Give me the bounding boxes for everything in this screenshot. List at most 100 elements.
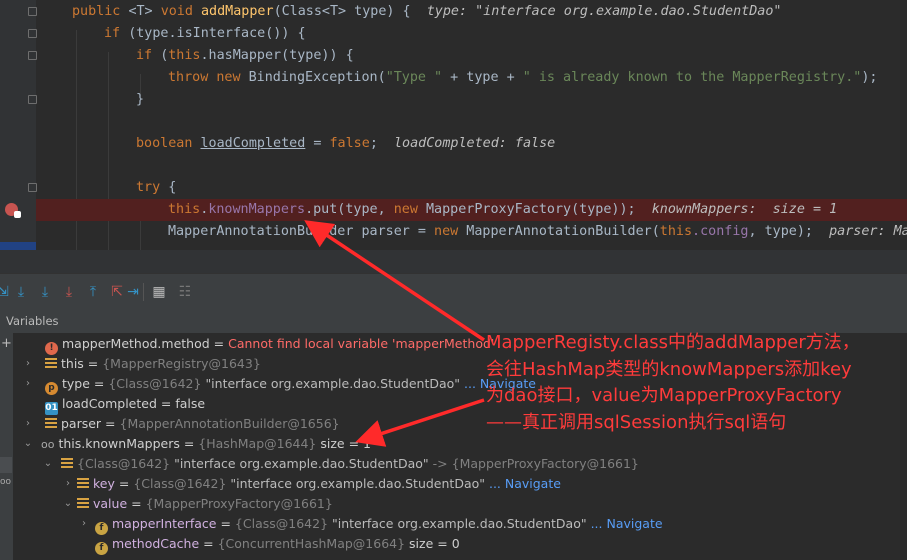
code-line-annotation-builder[interactable]: MapperAnnotationBuilder parser = new Map… <box>168 221 907 243</box>
method-name: addMapper <box>201 4 274 19</box>
collapse-arrow-icon[interactable]: ⌄ <box>23 434 33 454</box>
object-reference: {Class@1642} <box>77 456 175 471</box>
variable-name: this.knownMappers <box>58 436 180 451</box>
string-value: "interface org.example.dao.StudentDao" <box>332 516 587 531</box>
expand-arrow-icon[interactable]: › <box>23 374 33 394</box>
code-text: BindingException( <box>248 70 386 85</box>
fold-marker-icon[interactable] <box>28 7 37 16</box>
fold-marker-icon[interactable] <box>28 95 37 104</box>
code-text: (type.isInterface()) { <box>128 26 306 41</box>
annotation-line: ——真正调用sqlSession执行sql语句 <box>486 411 787 433</box>
step-into-icon[interactable]: ⤓ <box>36 283 54 301</box>
tree-row-methodcache[interactable]: f methodCache = {ConcurrentHashMap@1664} … <box>95 534 460 555</box>
code-line-try[interactable]: try { <box>136 177 176 199</box>
collapse-arrow-icon[interactable]: ⌄ <box>63 494 73 514</box>
object-reference: {Class@1642} <box>133 476 231 491</box>
object-reference: {Class@1642} <box>108 376 206 391</box>
keyword-false: false <box>329 136 370 151</box>
equals-sign: = <box>216 516 235 531</box>
tree-row-key[interactable]: key = {Class@1642} "interface org.exampl… <box>77 474 561 494</box>
equals-sign: = <box>179 436 199 451</box>
add-watch-icon[interactable]: + <box>1 336 12 351</box>
fold-marker-icon[interactable] <box>28 183 37 192</box>
object-fields-icon <box>77 498 89 509</box>
inline-value-hint: parser: Mapp <box>829 224 907 239</box>
equals-sign: = <box>89 376 109 391</box>
code-line-brace[interactable]: } <box>136 89 144 111</box>
expand-arrow-icon[interactable]: › <box>79 514 89 534</box>
code-line-knownmappers-put[interactable]: this.knownMappers.put(type, new MapperPr… <box>168 199 837 221</box>
code-line-boolean[interactable]: boolean loadCompleted = false; loadCompl… <box>136 133 555 155</box>
equals-sign: = <box>127 496 146 511</box>
code-line-throw[interactable]: throw new BindingException("Type " + typ… <box>168 67 877 89</box>
object-reference: {HashMap@1644} <box>198 436 321 451</box>
code-text: .put(type, <box>305 202 394 217</box>
editor-bottom-strip <box>0 250 907 273</box>
tree-row-map-entry[interactable]: {Class@1642} "interface org.example.dao.… <box>61 454 639 474</box>
keyword-try: try <box>136 180 169 195</box>
expand-arrow-icon[interactable]: › <box>63 474 73 494</box>
fold-marker-icon[interactable] <box>28 51 37 60</box>
execution-point-marker <box>0 242 36 250</box>
show-execution-point-icon[interactable]: ⇲ <box>0 283 12 301</box>
navigate-link[interactable]: ... Navigate <box>587 516 663 531</box>
string-value: "interface org.example.dao.StudentDao" <box>205 376 461 391</box>
run-to-cursor-icon[interactable]: ⇥ <box>124 283 142 301</box>
step-over-icon[interactable]: ⤓ <box>12 283 30 301</box>
inline-value-hint: type: "interface org.example.dao.Student… <box>426 4 782 19</box>
variable-name: type <box>62 376 90 391</box>
field-icon: f <box>95 542 108 555</box>
tree-row-mappermethod[interactable]: ! mapperMethod.method = Cannot find local… <box>45 334 494 355</box>
equals-sign: = <box>199 536 218 551</box>
object-fields-icon <box>77 478 89 489</box>
watches-glasses-icon[interactable]: oo <box>0 477 11 487</box>
variable-name: key <box>93 476 115 491</box>
evaluate-expression-icon[interactable]: ▦ <box>150 283 168 301</box>
navigate-link[interactable]: ... Navigate <box>485 476 561 491</box>
code-line-method-signature[interactable]: public <T> void addMapper(Class<T> type)… <box>72 1 781 23</box>
tree-row-mapperinterface[interactable]: f mapperInterface = {Class@1642} "interfa… <box>95 514 663 535</box>
trace-stream-icon[interactable]: ☷ <box>176 283 194 301</box>
watch-glasses-icon: oo <box>41 438 55 451</box>
tree-row-knownmappers[interactable]: oo this.knownMappers = {HashMap@1644} siz… <box>41 434 371 454</box>
expand-arrow-icon[interactable]: › <box>23 354 33 374</box>
string-literal: " is already known to the MapperRegistry… <box>522 70 862 85</box>
code-line-if-interface[interactable]: if (type.isInterface()) { <box>104 23 306 45</box>
code-editor[interactable]: public <T> void addMapper(Class<T> type)… <box>0 0 907 250</box>
step-out-icon[interactable]: ⤒ <box>84 283 102 301</box>
tree-row-value[interactable]: value = {MapperProxyFactory@1661} <box>77 494 333 514</box>
keyword-public: public <box>72 4 129 19</box>
variable-name: methodCache <box>112 536 200 551</box>
tree-row-this[interactable]: this = {MapperRegistry@1643} <box>45 354 261 374</box>
field-knownmappers: knownMappers <box>208 202 306 217</box>
keyword-void: void <box>160 4 201 19</box>
tree-row-parser[interactable]: parser = {MapperAnnotationBuilder@1656} <box>45 414 340 434</box>
object-fields-icon <box>45 358 57 369</box>
keyword-new: new <box>393 202 426 217</box>
code-text: MapperAnnotationBuilder parser = <box>168 224 435 239</box>
variable-name: mapperInterface <box>112 516 217 531</box>
keyword-this: this <box>168 48 201 63</box>
method-params: (Class<T> type) { <box>273 4 427 19</box>
code-text: .hasMapper(type)) { <box>200 48 354 63</box>
breakpoint-icon[interactable] <box>5 203 21 218</box>
annotation-line: MapperRegisty.class中的addMapper方法， <box>486 332 860 353</box>
tree-row-type[interactable]: p type = {Class@1642} "interface org.exam… <box>45 374 536 395</box>
fold-marker-icon[interactable] <box>28 29 37 38</box>
field-config: .config <box>692 224 749 239</box>
red-annotation-text: MapperRegisty.class中的addMapper方法， 会往Hash… <box>486 330 901 436</box>
code-text: , type); <box>748 224 830 239</box>
inline-value-hint: loadCompleted: false <box>394 136 556 151</box>
object-fields-icon <box>45 418 57 429</box>
variables-title: Variables <box>6 314 59 328</box>
expand-arrow-icon[interactable]: › <box>23 414 33 434</box>
force-step-into-icon[interactable]: ⤓ <box>60 283 78 301</box>
keyword-boolean: boolean <box>136 136 201 151</box>
map-entry-icon <box>61 458 73 469</box>
object-reference: {MapperProxyFactory@1661} <box>451 456 639 471</box>
code-line-if-hasmapper[interactable]: if (this.hasMapper(type)) { <box>136 45 354 67</box>
object-reference: {MapperProxyFactory@1661} <box>145 496 333 511</box>
side-button-icon[interactable] <box>0 457 12 473</box>
tree-row-loadcompleted[interactable]: 01 loadCompleted = false <box>45 394 205 415</box>
collapse-arrow-icon[interactable]: ⌄ <box>43 454 53 474</box>
